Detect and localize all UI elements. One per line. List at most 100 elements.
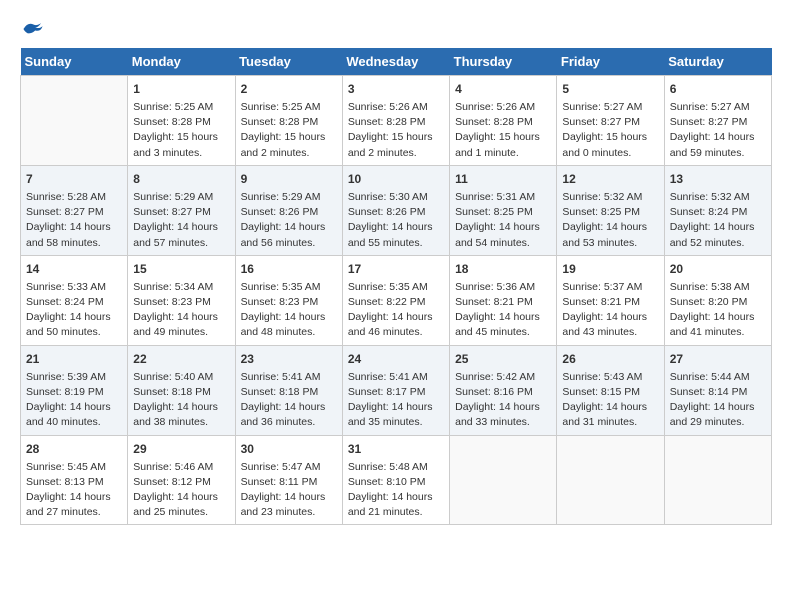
- day-number: 26: [562, 350, 658, 368]
- calendar-cell: 23 Sunrise: 5:41 AM Sunset: 8:18 PM Dayli…: [235, 345, 342, 435]
- day-number: 5: [562, 80, 658, 98]
- calendar-cell: 25 Sunrise: 5:42 AM Sunset: 8:16 PM Dayli…: [450, 345, 557, 435]
- calendar-cell: 6Sunrise: 5:27 AM Sunset: 8:27 PM Daylig…: [664, 76, 771, 166]
- cell-content: Sunrise: 5:29 AM Sunset: 8:27 PM Dayligh…: [133, 190, 229, 251]
- calendar-cell: 8 Sunrise: 5:29 AM Sunset: 8:27 PM Daylig…: [128, 165, 235, 255]
- cell-content: Sunrise: 5:45 AM Sunset: 8:13 PM Dayligh…: [26, 460, 122, 521]
- cell-content: Sunrise: 5:32 AM Sunset: 8:24 PM Dayligh…: [670, 190, 766, 251]
- day-number: 23: [241, 350, 337, 368]
- calendar-cell: 17 Sunrise: 5:35 AM Sunset: 8:22 PM Dayli…: [342, 255, 449, 345]
- calendar-cell: [450, 435, 557, 525]
- calendar-cell: 1 Sunrise: 5:25 AM Sunset: 8:28 PM Daylig…: [128, 76, 235, 166]
- cell-content: Sunrise: 5:44 AM Sunset: 8:14 PM Dayligh…: [670, 370, 766, 431]
- day-number: 2: [241, 80, 337, 98]
- cell-content: Sunrise: 5:31 AM Sunset: 8:25 PM Dayligh…: [455, 190, 551, 251]
- day-number: 20: [670, 260, 766, 278]
- day-number: 31: [348, 440, 444, 458]
- day-number: 7: [26, 170, 122, 188]
- day-number: 18: [455, 260, 551, 278]
- calendar-cell: 7 Sunrise: 5:28 AM Sunset: 8:27 PM Daylig…: [21, 165, 128, 255]
- day-number: 25: [455, 350, 551, 368]
- header-day-monday: Monday: [128, 48, 235, 76]
- day-number: 29: [133, 440, 229, 458]
- calendar-cell: [664, 435, 771, 525]
- day-number: 17: [348, 260, 444, 278]
- cell-content: Sunrise: 5:46 AM Sunset: 8:12 PM Dayligh…: [133, 460, 229, 521]
- day-number: 8: [133, 170, 229, 188]
- logo-bird-icon: [22, 20, 44, 38]
- calendar-cell: 30 Sunrise: 5:47 AM Sunset: 8:11 PM Dayli…: [235, 435, 342, 525]
- calendar-cell: 18 Sunrise: 5:36 AM Sunset: 8:21 PM Dayli…: [450, 255, 557, 345]
- day-number: 14: [26, 260, 122, 278]
- calendar-cell: 20 Sunrise: 5:38 AM Sunset: 8:20 PM Dayli…: [664, 255, 771, 345]
- header-day-wednesday: Wednesday: [342, 48, 449, 76]
- day-number: 4: [455, 80, 551, 98]
- calendar-cell: 9 Sunrise: 5:29 AM Sunset: 8:26 PM Daylig…: [235, 165, 342, 255]
- cell-content: Sunrise: 5:38 AM Sunset: 8:20 PM Dayligh…: [670, 280, 766, 341]
- cell-content: Sunrise: 5:47 AM Sunset: 8:11 PM Dayligh…: [241, 460, 337, 521]
- calendar-header: SundayMondayTuesdayWednesdayThursdayFrid…: [21, 48, 772, 76]
- calendar-cell: 27Sunrise: 5:44 AM Sunset: 8:14 PM Dayli…: [664, 345, 771, 435]
- calendar-cell: 5 Sunrise: 5:27 AM Sunset: 8:27 PM Daylig…: [557, 76, 664, 166]
- cell-content: Sunrise: 5:41 AM Sunset: 8:18 PM Dayligh…: [241, 370, 337, 431]
- day-number: 9: [241, 170, 337, 188]
- week-row-3: 14 Sunrise: 5:33 AM Sunset: 8:24 PM Dayli…: [21, 255, 772, 345]
- cell-content: Sunrise: 5:25 AM Sunset: 8:28 PM Dayligh…: [133, 100, 229, 161]
- header-day-thursday: Thursday: [450, 48, 557, 76]
- cell-content: Sunrise: 5:32 AM Sunset: 8:25 PM Dayligh…: [562, 190, 658, 251]
- calendar-cell: 3Sunrise: 5:26 AM Sunset: 8:28 PM Daylig…: [342, 76, 449, 166]
- cell-content: Sunrise: 5:35 AM Sunset: 8:22 PM Dayligh…: [348, 280, 444, 341]
- calendar-cell: [557, 435, 664, 525]
- calendar-cell: 19 Sunrise: 5:37 AM Sunset: 8:21 PM Dayli…: [557, 255, 664, 345]
- day-number: 16: [241, 260, 337, 278]
- cell-content: Sunrise: 5:35 AM Sunset: 8:23 PM Dayligh…: [241, 280, 337, 341]
- header-day-tuesday: Tuesday: [235, 48, 342, 76]
- day-number: 19: [562, 260, 658, 278]
- calendar-cell: 22Sunrise: 5:40 AM Sunset: 8:18 PM Dayli…: [128, 345, 235, 435]
- week-row-4: 21Sunrise: 5:39 AM Sunset: 8:19 PM Dayli…: [21, 345, 772, 435]
- day-number: 1: [133, 80, 229, 98]
- calendar-cell: 24 Sunrise: 5:41 AM Sunset: 8:17 PM Dayli…: [342, 345, 449, 435]
- calendar-cell: 14 Sunrise: 5:33 AM Sunset: 8:24 PM Dayli…: [21, 255, 128, 345]
- cell-content: Sunrise: 5:41 AM Sunset: 8:17 PM Dayligh…: [348, 370, 444, 431]
- cell-content: Sunrise: 5:27 AM Sunset: 8:27 PM Dayligh…: [562, 100, 658, 161]
- cell-content: Sunrise: 5:26 AM Sunset: 8:28 PM Dayligh…: [348, 100, 444, 161]
- cell-content: Sunrise: 5:37 AM Sunset: 8:21 PM Dayligh…: [562, 280, 658, 341]
- calendar-cell: 26Sunrise: 5:43 AM Sunset: 8:15 PM Dayli…: [557, 345, 664, 435]
- day-number: 21: [26, 350, 122, 368]
- day-number: 24: [348, 350, 444, 368]
- logo: [20, 20, 44, 38]
- header-day-friday: Friday: [557, 48, 664, 76]
- calendar-cell: 4 Sunrise: 5:26 AM Sunset: 8:28 PM Daylig…: [450, 76, 557, 166]
- cell-content: Sunrise: 5:48 AM Sunset: 8:10 PM Dayligh…: [348, 460, 444, 521]
- day-number: 11: [455, 170, 551, 188]
- calendar-cell: 11 Sunrise: 5:31 AM Sunset: 8:25 PM Dayli…: [450, 165, 557, 255]
- calendar-cell: 31 Sunrise: 5:48 AM Sunset: 8:10 PM Dayli…: [342, 435, 449, 525]
- cell-content: Sunrise: 5:28 AM Sunset: 8:27 PM Dayligh…: [26, 190, 122, 251]
- cell-content: Sunrise: 5:27 AM Sunset: 8:27 PM Dayligh…: [670, 100, 766, 161]
- day-number: 30: [241, 440, 337, 458]
- cell-content: Sunrise: 5:42 AM Sunset: 8:16 PM Dayligh…: [455, 370, 551, 431]
- day-number: 28: [26, 440, 122, 458]
- week-row-2: 7 Sunrise: 5:28 AM Sunset: 8:27 PM Daylig…: [21, 165, 772, 255]
- cell-content: Sunrise: 5:26 AM Sunset: 8:28 PM Dayligh…: [455, 100, 551, 161]
- header-day-sunday: Sunday: [21, 48, 128, 76]
- cell-content: Sunrise: 5:29 AM Sunset: 8:26 PM Dayligh…: [241, 190, 337, 251]
- calendar-cell: 15Sunrise: 5:34 AM Sunset: 8:23 PM Dayli…: [128, 255, 235, 345]
- header-day-saturday: Saturday: [664, 48, 771, 76]
- calendar-cell: 13 Sunrise: 5:32 AM Sunset: 8:24 PM Dayli…: [664, 165, 771, 255]
- day-number: 13: [670, 170, 766, 188]
- header-row: SundayMondayTuesdayWednesdayThursdayFrid…: [21, 48, 772, 76]
- calendar-table: SundayMondayTuesdayWednesdayThursdayFrid…: [20, 48, 772, 525]
- page-header: [20, 20, 772, 38]
- day-number: 22: [133, 350, 229, 368]
- calendar-cell: 12Sunrise: 5:32 AM Sunset: 8:25 PM Dayli…: [557, 165, 664, 255]
- calendar-cell: 10Sunrise: 5:30 AM Sunset: 8:26 PM Dayli…: [342, 165, 449, 255]
- week-row-5: 28 Sunrise: 5:45 AM Sunset: 8:13 PM Dayli…: [21, 435, 772, 525]
- cell-content: Sunrise: 5:36 AM Sunset: 8:21 PM Dayligh…: [455, 280, 551, 341]
- calendar-cell: 28 Sunrise: 5:45 AM Sunset: 8:13 PM Dayli…: [21, 435, 128, 525]
- calendar-cell: 16 Sunrise: 5:35 AM Sunset: 8:23 PM Dayli…: [235, 255, 342, 345]
- cell-content: Sunrise: 5:33 AM Sunset: 8:24 PM Dayligh…: [26, 280, 122, 341]
- cell-content: Sunrise: 5:34 AM Sunset: 8:23 PM Dayligh…: [133, 280, 229, 341]
- cell-content: Sunrise: 5:25 AM Sunset: 8:28 PM Dayligh…: [241, 100, 337, 161]
